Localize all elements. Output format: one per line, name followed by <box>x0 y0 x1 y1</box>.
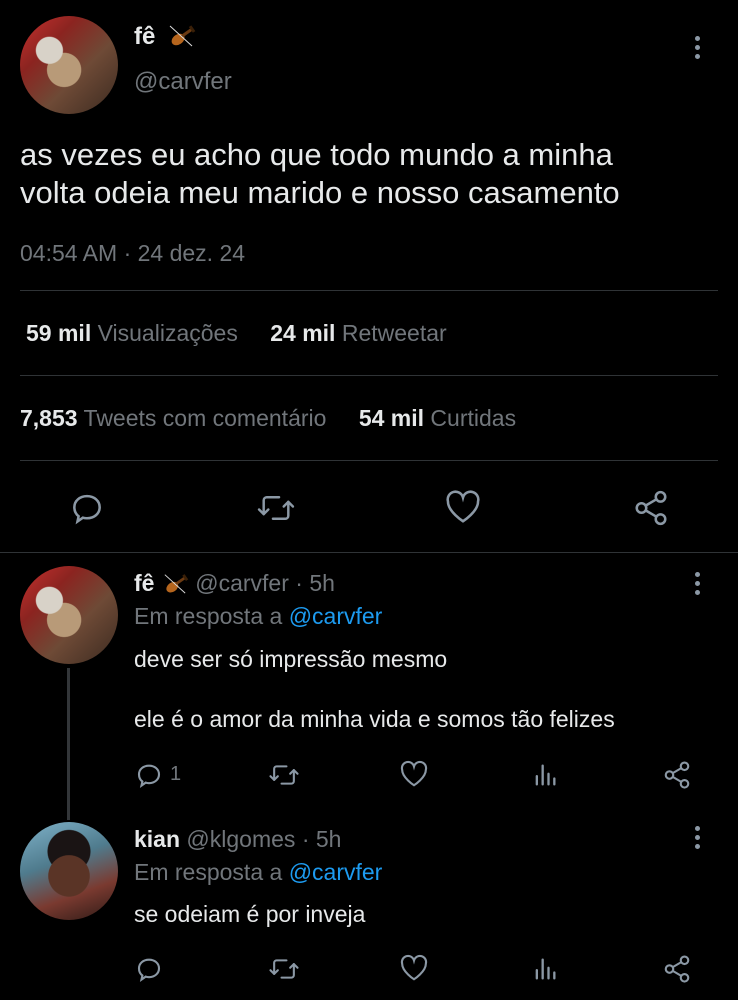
more-options-icon[interactable] <box>694 826 700 853</box>
divider <box>20 460 718 461</box>
divider <box>20 290 718 291</box>
tweet-text-line: as vezes eu acho que todo mundo a minha <box>20 137 613 172</box>
likes-stat[interactable]: 54 mil Curtidas <box>359 405 516 431</box>
stats-row-1: 59 mil Visualizações 24 mil Retweetar <box>26 320 447 347</box>
analytics-icon[interactable] <box>531 760 559 790</box>
tweet-text-line: volta odeia meu marido e nosso casamento <box>20 175 620 210</box>
retweet-icon[interactable] <box>268 954 300 984</box>
quotes-count: 7,853 <box>20 405 78 431</box>
avatar[interactable] <box>20 822 118 920</box>
reply-text-line: ele é o amor da minha vida e somos tão f… <box>134 706 615 732</box>
reply-header: kian @klgomes · 5h <box>134 826 341 853</box>
quotes-label: Tweets com comentário <box>83 405 327 431</box>
share-icon[interactable] <box>632 489 670 527</box>
divider <box>20 375 718 376</box>
reply-icon[interactable] <box>68 489 106 527</box>
display-name[interactable]: kian <box>134 826 180 852</box>
retweets-count: 24 mil <box>270 320 336 346</box>
divider <box>0 552 738 553</box>
violin-icon <box>161 571 189 595</box>
share-icon[interactable] <box>662 954 692 984</box>
views-label: Visualizações <box>97 320 238 346</box>
retweets-label: Retweetar <box>341 320 447 346</box>
author-name-row: fê <box>134 22 196 51</box>
reply-to-handle[interactable]: @carvfer <box>289 859 383 885</box>
likes-label: Curtidas <box>430 405 517 431</box>
views-count: 59 mil <box>26 320 92 346</box>
reply-icon[interactable] <box>134 954 164 984</box>
like-icon[interactable] <box>399 954 429 982</box>
avatar[interactable] <box>20 566 118 664</box>
like-icon[interactable] <box>399 760 429 788</box>
thread-line <box>67 668 70 820</box>
reply-header: fê @carvfer · 5h <box>134 570 335 597</box>
avatar[interactable] <box>20 16 118 114</box>
reply-count: 1 <box>170 763 182 785</box>
more-options-icon[interactable] <box>694 36 700 63</box>
reply-to-prefix: Em resposta a <box>134 603 283 629</box>
reply-time[interactable]: · 5h <box>302 826 342 852</box>
stats-row-2: 7,853 Tweets com comentário 54 mil Curti… <box>20 405 516 432</box>
tweet-text: as vezes eu acho que todo mundo a minha … <box>20 136 620 212</box>
more-options-icon[interactable] <box>694 572 700 599</box>
reply-text-line: deve ser só impressão mesmo <box>134 646 448 672</box>
likes-count: 54 mil <box>358 405 425 431</box>
handle[interactable]: @carvfer <box>134 68 232 96</box>
quotes-stat[interactable]: 7,853 Tweets com comentário <box>20 405 326 431</box>
reply-to-line: Em resposta a @carvfer <box>134 603 382 630</box>
reply-to-prefix: Em resposta a <box>134 859 283 885</box>
reply-text-line: se odeiam é por inveja <box>134 901 366 927</box>
handle[interactable]: @klgomes <box>186 826 295 852</box>
retweet-icon[interactable] <box>256 489 296 527</box>
analytics-icon[interactable] <box>531 954 559 984</box>
views-stat[interactable]: 59 mil Visualizações <box>26 320 238 346</box>
display-name[interactable]: fê <box>134 570 154 596</box>
retweet-icon[interactable] <box>268 760 300 790</box>
display-name[interactable]: fê <box>134 23 155 50</box>
timestamp[interactable]: 04:54 AM · 24 dez. 24 <box>20 240 245 267</box>
reply-to-line: Em resposta a @carvfer <box>134 859 382 886</box>
reply-time[interactable]: · 5h <box>295 570 335 596</box>
reply-to-handle[interactable]: @carvfer <box>289 603 383 629</box>
retweets-stat[interactable]: 24 mil Retweetar <box>270 320 446 346</box>
like-icon[interactable] <box>444 489 482 525</box>
violin-icon <box>166 22 196 48</box>
handle[interactable]: @carvfer <box>195 570 289 596</box>
share-icon[interactable] <box>662 760 692 790</box>
reply-icon[interactable] <box>134 760 164 790</box>
